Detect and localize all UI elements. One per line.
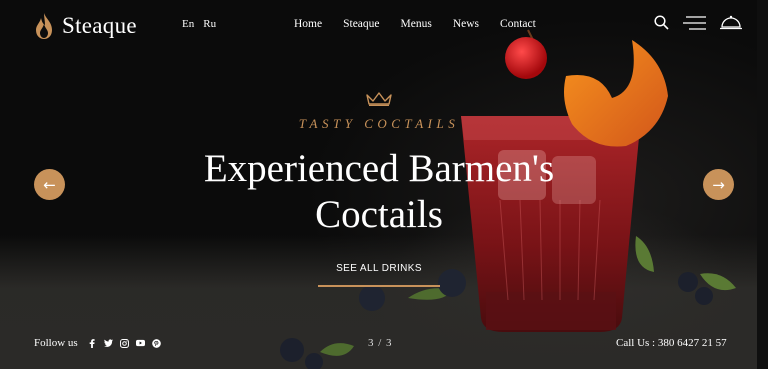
pinterest-icon[interactable] [151,338,161,348]
crown-icon [366,92,392,106]
hero-headline: Experienced Barmen's Coctails [150,146,608,238]
search-icon[interactable] [654,15,669,30]
headline-line-2: Coctails [315,193,443,236]
follow-label: Follow us [34,337,78,349]
headline-line-1: Experienced Barmen's [203,147,555,190]
nav-steaque[interactable]: Steaque [343,18,379,30]
arrow-right-icon: → [712,175,725,194]
nav-contact[interactable]: Contact [500,18,536,30]
nav-menus[interactable]: Menus [401,18,432,30]
header-actions [654,15,742,30]
next-slide-button[interactable]: → [703,169,734,200]
call-us-text[interactable]: Call Us : 380 6427 21 57 [616,337,727,349]
arrow-left-icon: ← [43,175,56,194]
social-links [88,338,161,348]
youtube-icon[interactable] [135,339,145,348]
see-all-drinks-button[interactable]: SEE ALL DRINKS [318,263,440,274]
facebook-icon[interactable] [88,338,97,348]
slide-counter: 3 / 3 [368,337,393,349]
cta-underline [318,285,440,287]
twitter-icon[interactable] [103,339,113,348]
language-switcher: En Ru [182,18,216,30]
lang-en[interactable]: En [182,18,194,30]
flame-icon [36,13,52,39]
follow-us: Follow us [34,337,161,349]
nav-news[interactable]: News [453,18,479,30]
instagram-icon[interactable] [119,338,129,348]
next-slide-peek [757,0,768,369]
hero-kicker: TASTY COCTAILS [298,116,460,131]
main-nav: Home Steaque Menus News Contact [294,18,536,30]
nav-home[interactable]: Home [294,18,322,30]
prev-slide-button[interactable]: ← [34,169,65,200]
brand-logo[interactable]: Steaque [34,12,137,40]
brand-name: Steaque [62,13,137,38]
menu-icon[interactable] [683,15,706,30]
cloche-icon[interactable] [720,15,742,30]
lang-ru[interactable]: Ru [203,18,216,30]
